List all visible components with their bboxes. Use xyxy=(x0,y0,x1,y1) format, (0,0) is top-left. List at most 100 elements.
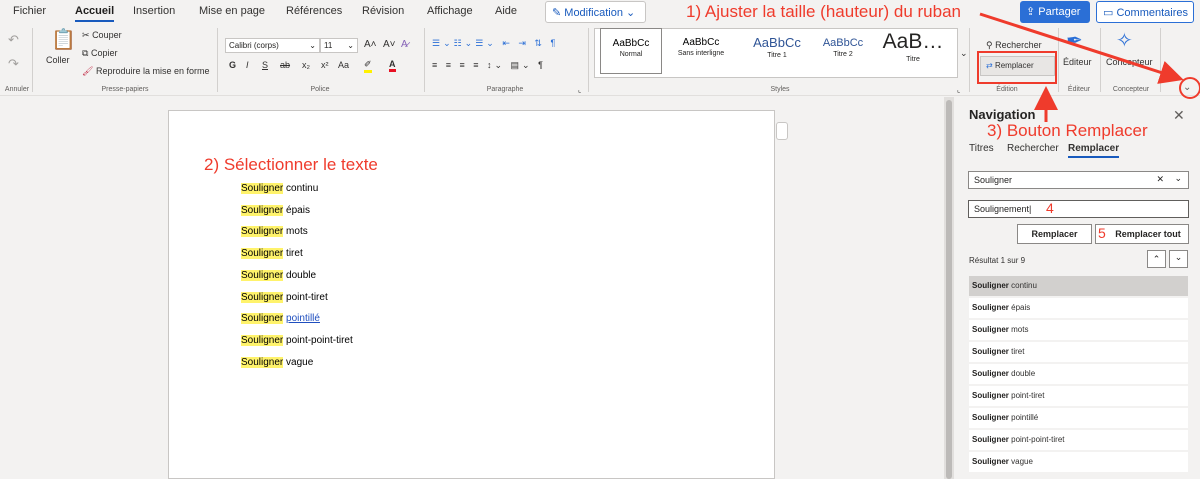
italic-button[interactable]: I xyxy=(246,60,249,70)
document-line[interactable]: Souligner mots xyxy=(241,226,308,238)
document-line[interactable]: Souligner point-point-tiret xyxy=(241,334,353,346)
list-buttons-icon[interactable]: ☰⌄☷⌄☰⌄ ⇤ ⇥ ⇅ ¶ xyxy=(432,38,558,49)
share-button[interactable]: ⇪ Partager xyxy=(1020,1,1090,23)
tab-remplacer[interactable]: Remplacer xyxy=(1068,143,1120,158)
font-color-icon[interactable]: A xyxy=(389,59,396,72)
result-rest: tiret xyxy=(1011,347,1025,356)
alignment-buttons-icon[interactable]: ≡ ≡ ≡ ≡ ↕⌄ ▤⌄ ¶ xyxy=(432,60,546,71)
font-family-select[interactable]: Calibri (corps) ⌄ xyxy=(225,38,320,53)
editor-button[interactable]: Éditeur xyxy=(1063,57,1092,67)
chevron-down-icon: ⌄ xyxy=(1174,252,1183,262)
superscript-button[interactable]: x² xyxy=(321,60,329,70)
line-rest: double xyxy=(286,269,317,281)
menu-affichage[interactable]: Affichage xyxy=(427,5,473,17)
paste-button[interactable]: Coller xyxy=(46,55,70,65)
document-line[interactable]: Souligner point-tiret xyxy=(241,291,328,303)
previous-result-button[interactable]: ⌃ xyxy=(1147,250,1166,268)
change-case-button[interactable]: Aa xyxy=(338,60,349,70)
chevron-down-icon[interactable]: ⌄ xyxy=(1174,173,1182,184)
underline-button[interactable]: S xyxy=(262,60,268,70)
result-item[interactable]: Souligner point-point-tiret xyxy=(969,430,1188,450)
editor-icon[interactable]: ✒ xyxy=(1066,28,1083,53)
replace-input[interactable]: Soulignement| xyxy=(968,200,1189,218)
ribbon-expand-chevron-icon[interactable]: ⌄ xyxy=(1183,82,1191,93)
margin-handle[interactable] xyxy=(776,122,788,140)
designer-button[interactable]: Concepteur xyxy=(1106,57,1153,67)
menu-aide[interactable]: Aide xyxy=(495,5,517,17)
result-item[interactable]: Souligner mots xyxy=(969,320,1188,340)
line-rest: point-tiret xyxy=(286,291,328,303)
subscript-button[interactable]: x₂ xyxy=(302,60,310,70)
result-item[interactable]: Souligner point-tiret xyxy=(969,386,1188,406)
strikethrough-button[interactable]: ab xyxy=(280,60,290,70)
line-rest: épais xyxy=(286,204,310,216)
style-heading2[interactable]: AaBbCc Titre 2 xyxy=(815,28,871,74)
style-title[interactable]: AaB… Titre xyxy=(874,28,952,74)
paste-icon[interactable]: 📋 xyxy=(51,27,76,52)
menu-references[interactable]: Références xyxy=(286,5,342,17)
dialog-launcher-icon[interactable]: ⌞ xyxy=(957,86,960,94)
shrink-font-icon[interactable]: A˅ xyxy=(383,39,396,50)
result-item[interactable]: Souligner épais xyxy=(969,298,1188,318)
menu-fichier[interactable]: Fichier xyxy=(13,5,46,17)
redo-icon[interactable]: ↷ xyxy=(8,56,19,72)
next-result-button[interactable]: ⌄ xyxy=(1169,250,1188,268)
replace-all-button[interactable]: Remplacer tout xyxy=(1095,224,1189,244)
bold-button[interactable]: G xyxy=(229,60,236,70)
search-button[interactable]: ⚲ Rechercher xyxy=(986,40,1042,51)
document-line[interactable]: Souligner pointillé xyxy=(241,313,320,325)
document-line[interactable]: Souligner continu xyxy=(241,183,318,194)
document-line[interactable]: Souligner tiret xyxy=(241,248,303,260)
document-line[interactable]: Souligner vague xyxy=(241,356,313,368)
styles-more-chevron-icon[interactable]: ⌄ xyxy=(960,48,968,59)
menu-mise-en-page[interactable]: Mise en page xyxy=(199,5,265,17)
copy-button[interactable]: ⧉ Copier xyxy=(82,48,117,59)
style-sample: AaBbCc xyxy=(682,37,720,48)
ribbon-separator xyxy=(217,28,218,92)
menu-revision[interactable]: Révision xyxy=(362,5,404,17)
replace-one-button[interactable]: Remplacer xyxy=(1017,224,1092,244)
menu-insertion[interactable]: Insertion xyxy=(133,5,175,17)
style-no-spacing[interactable]: AaBbCc Sans interligne xyxy=(668,28,734,74)
close-icon[interactable]: ✕ xyxy=(1173,107,1185,124)
result-word: Souligner xyxy=(972,303,1009,312)
clear-format-icon[interactable]: A̷ xyxy=(401,39,408,50)
highlighted-word: Souligner xyxy=(241,334,284,346)
menu-accueil[interactable]: Accueil xyxy=(75,5,115,22)
editing-mode-dropdown[interactable]: ✎ Modification ⌄ xyxy=(545,1,646,23)
style-heading1[interactable]: AaBbCc Titre 1 xyxy=(744,28,810,74)
tab-rechercher[interactable]: Rechercher xyxy=(1007,143,1059,154)
result-item[interactable]: Souligner double xyxy=(969,364,1188,384)
cut-button[interactable]: ✂ Couper xyxy=(82,30,122,41)
result-word: Souligner xyxy=(972,413,1009,422)
designer-icon[interactable]: ✧ xyxy=(1116,28,1133,53)
find-input[interactable]: Souligner ✕ ⌄ xyxy=(968,171,1189,189)
scrollbar-thumb[interactable] xyxy=(946,100,952,479)
result-item[interactable]: Souligner pointillé xyxy=(969,408,1188,428)
document-line[interactable]: Souligner épais xyxy=(241,204,310,216)
document-line[interactable]: Souligner double xyxy=(241,269,317,281)
chevron-down-icon: ⌄ xyxy=(309,41,316,50)
comments-button[interactable]: ▭ Commentaires xyxy=(1096,1,1194,23)
result-item[interactable]: Souligner tiret xyxy=(969,342,1188,362)
tab-titres[interactable]: Titres xyxy=(969,143,994,154)
ribbon-separator xyxy=(588,28,589,92)
result-rest: point-tiret xyxy=(1011,391,1045,400)
line-rest: continu xyxy=(286,183,319,194)
scissors-icon: ✂ xyxy=(82,30,90,40)
font-size-select[interactable]: 11 ⌄ xyxy=(320,38,358,53)
undo-icon[interactable]: ↶ xyxy=(8,32,19,48)
undo-group-label: Annuler xyxy=(4,86,30,93)
chevron-up-icon: ⌃ xyxy=(1152,254,1161,264)
replace-button[interactable]: ⇄ Remplacer xyxy=(980,56,1055,76)
result-word: Souligner xyxy=(972,347,1009,356)
format-painter-button[interactable]: 🖌 Reproduire la mise en forme xyxy=(82,66,210,77)
style-normal[interactable]: AaBbCc Normal xyxy=(600,28,662,74)
clear-icon[interactable]: ✕ xyxy=(1156,174,1164,185)
ribbon: ↶ ↷ Annuler 📋 Coller ✂ Couper ⧉ Copier 🖌… xyxy=(0,24,1200,96)
dialog-launcher-icon[interactable]: ⌞ xyxy=(578,86,581,94)
grow-font-icon[interactable]: A˄ xyxy=(364,39,377,50)
result-item[interactable]: Souligner vague xyxy=(969,452,1188,472)
result-item[interactable]: Souligner continu xyxy=(969,276,1188,296)
highlight-icon[interactable]: ✐ xyxy=(364,59,372,73)
